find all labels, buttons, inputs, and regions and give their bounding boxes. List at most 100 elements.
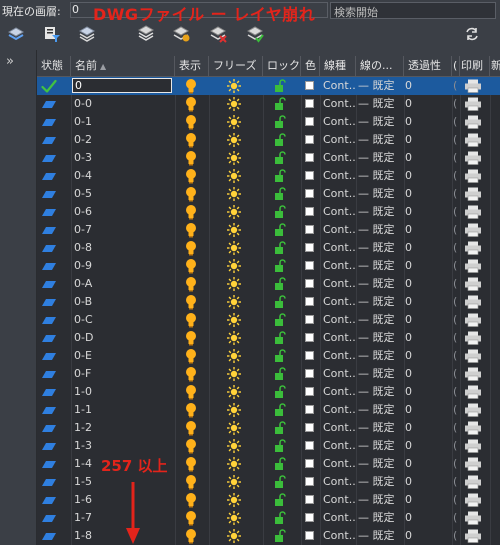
freeze-toggle[interactable] [226,203,244,221]
status-cell[interactable] [41,203,69,221]
show-toggle[interactable] [185,365,201,383]
linetype-cell[interactable]: Cont... [323,455,355,473]
linetype-cell[interactable]: Cont... [323,491,355,509]
freeze-toggle[interactable] [226,239,244,257]
lineweight-cell[interactable]: — 既定 [358,203,404,221]
color-swatch[interactable] [305,315,314,324]
lock-toggle[interactable] [274,455,288,473]
status-cell[interactable] [41,311,69,329]
color-swatch[interactable] [305,171,314,180]
plot-toggle[interactable] [464,167,486,185]
table-row[interactable]: 0Cont...— 既定0( [37,77,500,95]
lock-toggle[interactable] [274,527,288,545]
header-linetype[interactable]: 線種 [320,56,356,76]
newvp-cell[interactable] [492,383,500,401]
newvp-cell[interactable] [492,77,500,95]
newvp-cell[interactable] [492,203,500,221]
layer-state-icon[interactable] [77,24,97,44]
lineweight-cell[interactable]: — 既定 [358,77,404,95]
table-row[interactable]: 0-1 Cont...— 既定0( [37,113,500,131]
status-cell[interactable] [41,221,69,239]
newvp-cell[interactable] [492,473,500,491]
table-row[interactable]: 0-A Cont...— 既定0( [37,275,500,293]
lock-toggle[interactable] [274,113,288,131]
lock-toggle[interactable] [274,473,288,491]
newvp-cell[interactable] [492,509,500,527]
status-cell[interactable] [41,347,69,365]
newvp-cell[interactable] [492,257,500,275]
linetype-cell[interactable]: Cont... [323,509,355,527]
layer-name[interactable]: 0-C [74,311,172,329]
plotstyle-cell[interactable]: ( [453,77,459,95]
newvp-cell[interactable] [492,149,500,167]
table-row[interactable]: 0-B Cont...— 既定0( [37,293,500,311]
lock-toggle[interactable] [274,203,288,221]
plot-toggle[interactable] [464,95,486,113]
lineweight-cell[interactable]: — 既定 [358,329,404,347]
plot-toggle[interactable] [464,401,486,419]
transparency-cell[interactable]: 0 [405,95,449,113]
plotstyle-cell[interactable]: ( [453,491,459,509]
layer-name[interactable]: 0-6 [74,203,172,221]
freeze-toggle[interactable] [226,77,244,95]
transparency-cell[interactable]: 0 [405,275,449,293]
layer-name[interactable]: 0-2 [74,131,172,149]
status-cell[interactable] [41,365,69,383]
plotstyle-cell[interactable]: ( [453,401,459,419]
color-swatch[interactable] [305,117,314,126]
plotstyle-cell[interactable]: ( [453,311,459,329]
show-toggle[interactable] [185,95,201,113]
linetype-cell[interactable]: Cont... [323,257,355,275]
plotstyle-cell[interactable]: ( [453,239,459,257]
plot-toggle[interactable] [464,203,486,221]
table-row[interactable]: 1-8 Cont...— 既定0( [37,527,500,545]
lineweight-cell[interactable]: — 既定 [358,437,404,455]
lock-toggle[interactable] [274,293,288,311]
newvp-cell[interactable] [492,221,500,239]
plotstyle-cell[interactable]: ( [453,473,459,491]
plot-toggle[interactable] [464,77,486,95]
delete-layer-icon[interactable] [208,24,228,44]
show-toggle[interactable] [185,527,201,545]
lineweight-cell[interactable]: — 既定 [358,293,404,311]
plot-toggle[interactable] [464,131,486,149]
status-cell[interactable] [41,167,69,185]
status-cell[interactable] [41,383,69,401]
layer-name[interactable]: 1-8 [74,527,172,545]
transparency-cell[interactable]: 0 [405,149,449,167]
table-row[interactable]: 0-8 Cont...— 既定0( [37,239,500,257]
layer-name[interactable]: 0-1 [74,113,172,131]
lock-toggle[interactable] [274,221,288,239]
linetype-cell[interactable]: Cont... [323,311,355,329]
status-cell[interactable] [41,275,69,293]
lock-toggle[interactable] [274,167,288,185]
color-swatch[interactable] [305,405,314,414]
lock-toggle[interactable] [274,491,288,509]
lineweight-cell[interactable]: — 既定 [358,527,404,545]
new-layer-vp-icon[interactable] [171,24,191,44]
newvp-cell[interactable] [492,437,500,455]
lock-toggle[interactable] [274,401,288,419]
header-freeze[interactable]: フリーズ [209,56,263,76]
linetype-cell[interactable]: Cont... [323,203,355,221]
newvp-cell[interactable] [492,311,500,329]
newvp-cell[interactable] [492,329,500,347]
freeze-toggle[interactable] [226,257,244,275]
lineweight-cell[interactable]: — 既定 [358,455,404,473]
newvp-cell[interactable] [492,275,500,293]
layer-name[interactable]: 1-6 [74,491,172,509]
plot-toggle[interactable] [464,149,486,167]
show-toggle[interactable] [185,239,201,257]
lineweight-cell[interactable]: — 既定 [358,509,404,527]
freeze-toggle[interactable] [226,527,244,545]
freeze-toggle[interactable] [226,185,244,203]
plotstyle-cell[interactable]: ( [453,383,459,401]
plotstyle-cell[interactable]: ( [453,419,459,437]
newvp-cell[interactable] [492,419,500,437]
table-row[interactable]: 0-3 Cont...— 既定0( [37,149,500,167]
layer-name[interactable]: 0-D [74,329,172,347]
linetype-cell[interactable]: Cont... [323,347,355,365]
freeze-toggle[interactable] [226,95,244,113]
color-swatch[interactable] [305,153,314,162]
lineweight-cell[interactable]: — 既定 [358,95,404,113]
